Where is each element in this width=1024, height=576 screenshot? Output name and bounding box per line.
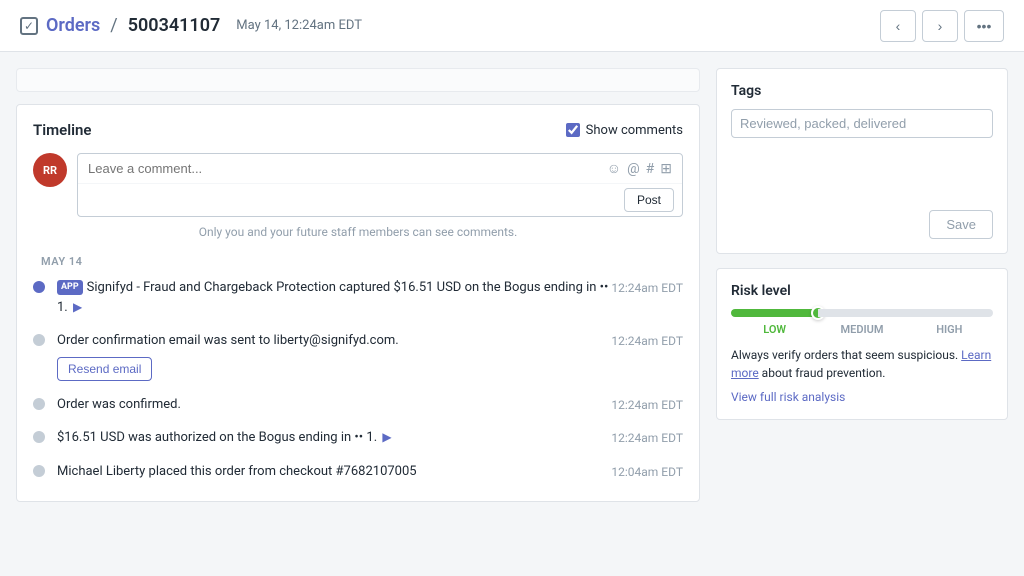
side-column: Tags Save Risk level LOW MEDIUM HIGH Alw… [716,68,1008,502]
timeline-dot [33,465,45,477]
breadcrumb: Orders / 500341107 May 14, 12:24am EDT [20,15,362,36]
timeline-content: Order confirmation email was sent to lib… [57,331,683,381]
timeline-item: Michael Liberty placed this order from c… [33,462,683,486]
comment-input-box: ☺ @ # ⊞ Post [77,153,683,217]
timeline-time: 12:24am EDT [611,396,683,414]
comment-input[interactable] [88,161,607,176]
timeline-dot-blue [33,281,45,293]
risk-segment-low [731,309,818,317]
timeline-content: $16.51 USD was authorized on the Bogus e… [57,428,683,448]
timeline-content: Order was confirmed. 12:24am EDT [57,395,683,415]
comment-input-inner: ☺ @ # ⊞ [78,154,682,183]
attachment-icon[interactable]: ⊞ [660,161,672,177]
tags-title: Tags [731,83,993,99]
comment-hint: Only you and your future staff members c… [33,225,683,239]
risk-label-low: LOW [731,323,818,336]
timeline-content: Michael Liberty placed this order from c… [57,462,683,482]
post-comment-button[interactable]: Post [624,188,674,212]
timeline-text: $16.51 USD was authorized on the Bogus e… [57,428,392,448]
risk-title: Risk level [731,283,993,299]
timeline-date-label: MAY 14 [41,255,683,268]
risk-labels: LOW MEDIUM HIGH [731,323,993,336]
timeline-time: 12:24am EDT [611,429,683,447]
order-timestamp: May 14, 12:24am EDT [236,18,362,33]
expand-link[interactable]: ▶ [73,300,82,314]
resend-email-button[interactable]: Resend email [57,357,152,381]
comment-icons: ☺ @ # ⊞ [607,160,672,177]
timeline-item-row: Order confirmation email was sent to lib… [57,331,683,351]
breadcrumb-orders[interactable]: Orders [46,15,100,36]
view-full-risk-link[interactable]: View full risk analysis [731,390,845,404]
timeline-item-row: Michael Liberty placed this order from c… [57,462,683,482]
timeline-item: APPSignifyd - Fraud and Chargeback Prote… [33,278,683,317]
risk-card: Risk level LOW MEDIUM HIGH Always verify… [716,268,1008,420]
expand-link[interactable]: ▶ [382,430,391,444]
next-order-button[interactable]: › [922,10,958,42]
timeline-item: $16.51 USD was authorized on the Bogus e… [33,428,683,448]
emoji-icon[interactable]: ☺ [607,160,621,177]
top-bar-actions: ‹ › ••• [880,10,1004,42]
timeline-text: Order confirmation email was sent to lib… [57,331,399,351]
show-comments-toggle[interactable]: Show comments [566,123,683,138]
timeline-item-row: Order was confirmed. 12:24am EDT [57,395,683,415]
tags-card: Tags Save [716,68,1008,254]
timeline-header: Timeline Show comments [33,121,683,139]
risk-bar [731,309,993,317]
prev-order-button[interactable]: ‹ [880,10,916,42]
partial-top-card [16,68,700,92]
risk-label-high: HIGH [906,323,993,336]
comment-row: RR ☺ @ # ⊞ Post [33,153,683,217]
hashtag-icon[interactable]: # [646,161,655,177]
timeline-time: 12:24am EDT [611,279,683,297]
timeline-dot [33,334,45,346]
timeline-title: Timeline [33,121,91,139]
avatar: RR [33,153,67,187]
order-checkbox-icon [20,17,38,35]
breadcrumb-separator: / [110,15,117,36]
app-badge: APP [57,280,83,296]
tags-input[interactable] [731,109,993,138]
comment-input-footer: Post [78,183,682,216]
timeline-item: Order confirmation email was sent to lib… [33,331,683,381]
risk-segment-high [906,309,993,317]
timeline-item-row: APPSignifyd - Fraud and Chargeback Prote… [57,278,683,317]
tags-textarea[interactable] [731,146,993,206]
save-tags-button[interactable]: Save [929,210,993,239]
risk-label-medium: MEDIUM [818,323,905,336]
risk-segment-medium [818,309,905,317]
timeline-content: APPSignifyd - Fraud and Chargeback Prote… [57,278,683,317]
timeline-item: Order was confirmed. 12:24am EDT [33,395,683,415]
timeline-time: 12:24am EDT [611,332,683,350]
timeline-time: 12:04am EDT [611,463,683,481]
page-layout: Timeline Show comments RR ☺ @ # [0,52,1024,502]
timeline-dot [33,431,45,443]
timeline-dot [33,398,45,410]
show-comments-checkbox[interactable] [566,123,580,137]
main-column: Timeline Show comments RR ☺ @ # [16,68,700,502]
mention-icon[interactable]: @ [627,161,640,177]
risk-description: Always verify orders that seem suspiciou… [731,346,993,382]
timeline-text: APPSignifyd - Fraud and Chargeback Prote… [57,278,611,317]
more-actions-button[interactable]: ••• [964,10,1004,42]
timeline-item-row: $16.51 USD was authorized on the Bogus e… [57,428,683,448]
show-comments-label: Show comments [586,123,683,138]
timeline-text: Order was confirmed. [57,395,181,415]
timeline-card: Timeline Show comments RR ☺ @ # [16,104,700,502]
timeline-text: Michael Liberty placed this order from c… [57,462,417,482]
order-number: 500341107 [128,15,221,36]
top-bar: Orders / 500341107 May 14, 12:24am EDT ‹… [0,0,1024,52]
